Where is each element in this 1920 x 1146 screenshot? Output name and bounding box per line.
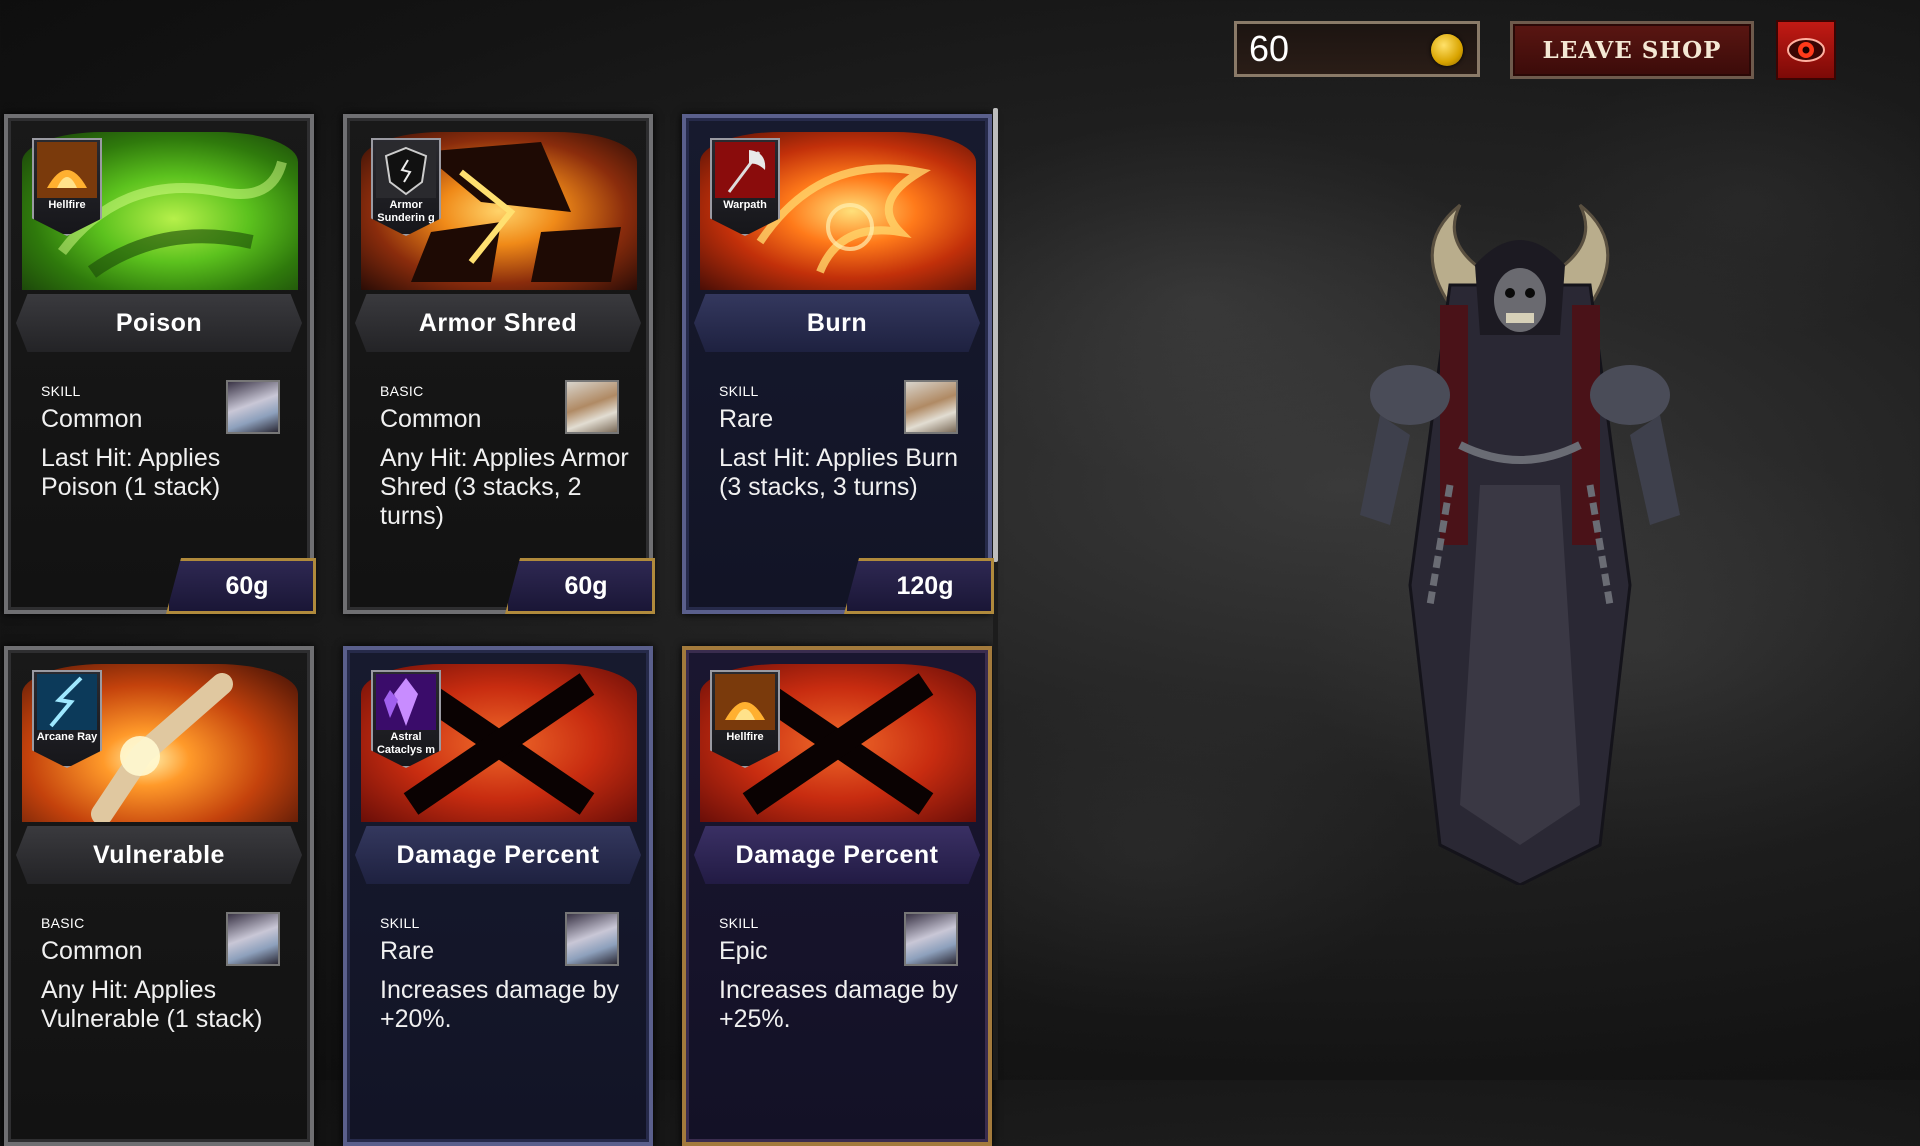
shop-card-burn[interactable]: Warpath Burn SKILL Rare Last Hit: Applie… bbox=[682, 114, 994, 614]
skill-badge: Hellfire bbox=[32, 138, 102, 236]
card-type: BASIC bbox=[380, 383, 424, 399]
card-type: SKILL bbox=[719, 915, 759, 931]
skill-badge: Armor Sunderin g bbox=[371, 138, 441, 236]
crystal-icon bbox=[376, 674, 436, 730]
card-rarity: Common bbox=[41, 405, 143, 433]
badge-label: Hellfire bbox=[48, 199, 86, 211]
card-description: Increases damage by +25%. bbox=[719, 976, 959, 1033]
badge-label: Warpath bbox=[723, 199, 767, 211]
card-type: SKILL bbox=[380, 915, 420, 931]
card-title: Poison bbox=[16, 294, 302, 352]
skill-badge: Astral Cataclys m bbox=[371, 670, 441, 768]
card-type: SKILL bbox=[719, 383, 759, 399]
card-title: Damage Percent bbox=[694, 826, 980, 884]
hero-portrait-avatar bbox=[904, 380, 958, 434]
card-description: Last Hit: Applies Poison (1 stack) bbox=[41, 444, 221, 501]
eye-view-button[interactable] bbox=[1776, 20, 1836, 80]
card-rarity: Common bbox=[41, 937, 143, 965]
gold-coin-icon bbox=[1431, 34, 1463, 66]
scrollbar-thumb[interactable] bbox=[993, 108, 998, 562]
price-button[interactable]: 60g bbox=[166, 558, 316, 614]
hellfire-icon bbox=[715, 674, 775, 730]
card-description: Last Hit: Applies Burn (3 stacks, 3 turn… bbox=[719, 444, 959, 501]
skill-badge: Warpath bbox=[710, 138, 780, 236]
hero-portrait-avatar bbox=[226, 912, 280, 966]
gold-amount: 60 bbox=[1249, 28, 1290, 69]
badge-label: Arcane Ray bbox=[36, 731, 98, 743]
badge-label: Astral Cataclys m bbox=[376, 731, 436, 756]
card-rarity: Common bbox=[380, 405, 482, 433]
shop-card-poison[interactable]: Hellfire Poison SKILL Common Last Hit: A… bbox=[4, 114, 316, 614]
axe-icon bbox=[715, 142, 775, 198]
card-type: BASIC bbox=[41, 915, 85, 931]
shopkeeper-lich-figure bbox=[1360, 203, 1680, 885]
hero-portrait-avatar bbox=[904, 912, 958, 966]
hero-portrait-avatar bbox=[565, 380, 619, 434]
badge-label: Hellfire bbox=[726, 731, 764, 743]
skill-badge: Arcane Ray bbox=[32, 670, 102, 768]
card-rarity: Epic bbox=[719, 937, 768, 965]
shop-card-vulnerable[interactable]: Arcane Ray Vulnerable BASIC Common Any H… bbox=[4, 646, 314, 1146]
hellfire-icon bbox=[37, 142, 97, 198]
lightning-icon bbox=[37, 674, 97, 730]
card-rarity: Rare bbox=[380, 937, 435, 965]
card-title: Damage Percent bbox=[355, 826, 641, 884]
gold-counter: 60 bbox=[1234, 21, 1480, 77]
price-button[interactable]: 120g bbox=[844, 558, 994, 614]
skill-badge: Hellfire bbox=[710, 670, 780, 768]
shop-card-damage-percent-epic[interactable]: Hellfire Damage Percent SKILL Epic Incre… bbox=[682, 646, 992, 1146]
price-button[interactable]: 60g bbox=[505, 558, 655, 614]
card-title: Burn bbox=[694, 294, 980, 352]
eye-icon bbox=[1787, 38, 1825, 62]
shop-card-armor-shred[interactable]: Armor Sunderin g Armor Shred BASIC Commo… bbox=[343, 114, 655, 614]
card-description: Any Hit: Applies Armor Shred (3 stacks, … bbox=[380, 444, 629, 530]
card-rarity: Rare bbox=[719, 405, 774, 433]
card-title: Armor Shred bbox=[355, 294, 641, 352]
shop-card-damage-percent-rare[interactable]: Astral Cataclys m Damage Percent SKILL R… bbox=[343, 646, 653, 1146]
leave-shop-button[interactable]: LEAVE SHOP bbox=[1510, 21, 1754, 79]
badge-label: Armor Sunderin g bbox=[377, 199, 435, 224]
hero-portrait-avatar bbox=[226, 380, 280, 434]
hero-portrait-avatar bbox=[565, 912, 619, 966]
shield-icon bbox=[376, 142, 436, 198]
card-description: Increases damage by +20%. bbox=[380, 976, 620, 1033]
card-title: Vulnerable bbox=[16, 826, 302, 884]
card-description: Any Hit: Applies Vulnerable (1 stack) bbox=[41, 976, 263, 1033]
card-type: SKILL bbox=[41, 383, 81, 399]
